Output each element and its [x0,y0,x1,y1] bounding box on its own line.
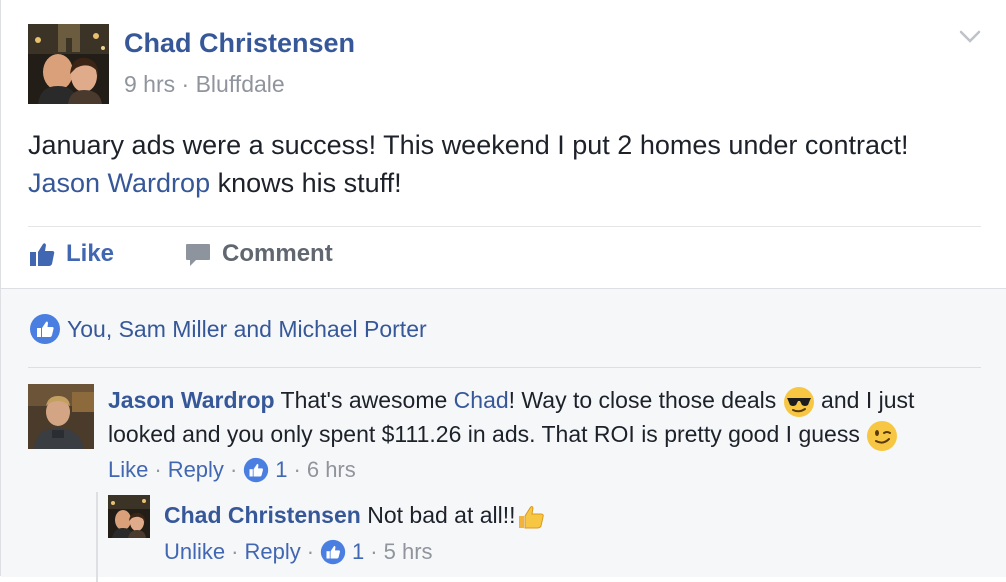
reply-author-avatar[interactable] [108,495,150,538]
mention-link[interactable]: Chad [454,387,509,413]
author-avatar[interactable] [28,24,109,104]
speech-bubble-icon [186,244,211,266]
post-actions: Like Comment [28,240,333,268]
comment-like-count[interactable]: 1 [275,457,287,483]
post-text-main: January ads were a success! This weekend… [28,130,909,160]
comment-time[interactable]: 6 hrs [307,457,356,483]
likes-summary[interactable]: You, Sam Miller and Michael Porter [29,313,427,345]
comment-text: Jason Wardrop That's awesome Chad! Way t… [108,384,968,452]
post-text: January ads were a success! This weekend… [28,126,978,202]
like-badge-icon [320,539,346,565]
post-location[interactable]: Bluffdale [196,71,285,97]
comment-text-b: ! Way to close those deals [508,387,783,413]
like-badge-icon [244,457,269,483]
comment-text-a: That's awesome [274,387,454,413]
chevron-down-icon[interactable] [959,30,981,44]
reply-unlike-link[interactable]: Unlike [164,539,225,565]
reply-reply-link[interactable]: Reply [244,539,300,565]
post-meta: 9 hrs · Bluffdale [124,71,285,98]
tagged-user-link[interactable]: Jason Wardrop [28,168,210,198]
feedback-section: You, Sam Miller and Michael Porter Jason… [1,288,1006,582]
divider [28,226,981,227]
reply-time[interactable]: 5 hrs [384,539,433,565]
sunglasses-emoji [783,386,814,417]
divider [28,367,981,368]
like-badge-icon [30,314,60,344]
reply-like-count[interactable]: 1 [352,539,364,565]
like-button[interactable]: Like [28,240,114,268]
post-header [28,24,109,104]
comment-meta: Like · Reply · 1 · 6 hrs [108,457,356,483]
comment-button-label: Comment [222,240,333,267]
comment-reply-link[interactable]: Reply [168,457,224,483]
comment-author[interactable]: Jason Wardrop [108,387,275,413]
reply-author[interactable]: Chad Christensen [164,502,361,528]
reply-text-body: Not bad at all!! [360,502,516,528]
reply-text: Chad Christensen Not bad at all!! [164,499,546,532]
post-author-name[interactable]: Chad Christensen [124,28,355,59]
reply-meta: Unlike · Reply · 1 · 5 hrs [164,539,433,565]
comment-like-link[interactable]: Like [108,457,148,483]
reply-thread-line [96,492,98,582]
thumbs-up-icon [30,243,55,266]
post-card: Chad Christensen 9 hrs · Bluffdale Janua… [0,0,1006,582]
thumbs-up-emoji [518,505,544,529]
wink-emoji [867,420,898,451]
comment-button[interactable]: Comment [184,240,333,268]
like-button-label: Like [66,240,115,267]
likes-summary-text[interactable]: You, Sam Miller and Michael Porter [67,316,427,343]
post-time[interactable]: 9 hrs [124,71,175,97]
commenter-avatar[interactable] [28,384,94,449]
meta-separator: · [175,71,196,97]
post-text-end: knows his stuff! [210,168,402,198]
